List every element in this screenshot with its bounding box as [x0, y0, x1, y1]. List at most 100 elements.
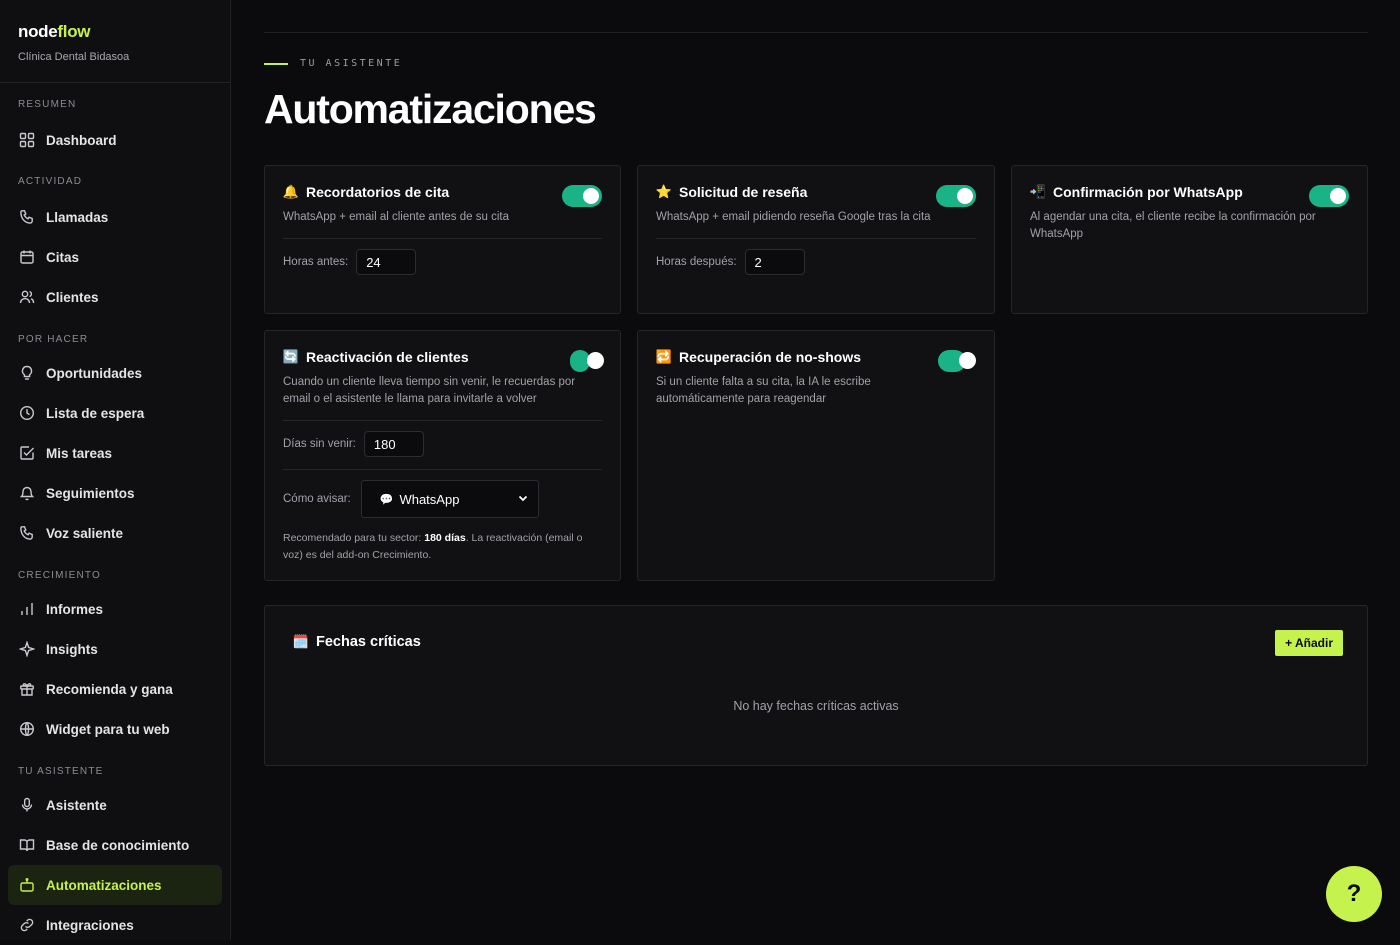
sidebar-item-label: Llamadas [46, 209, 109, 225]
checkbox-icon [18, 444, 36, 462]
sidebar-item-widget-para-tu-web[interactable]: Widget para tu web [8, 709, 222, 749]
divider [656, 238, 976, 239]
sidebar-item-insights[interactable]: Insights [8, 629, 222, 669]
card-title: Reactivación de clientes [306, 349, 469, 365]
users-icon [18, 288, 36, 306]
section-label-crecimiento: CRECIMIENTO [18, 570, 102, 581]
card-confirmacion: 📲 Confirmación por WhatsApp Al agendar un… [1011, 165, 1368, 314]
main-content: TU ASISTENTE Automatizaciones 🔔 Recordato… [232, 0, 1400, 940]
card-reactivacion: 🔄 Reactivación de clientes Cuando un clie… [264, 330, 621, 581]
toggle-noshows[interactable] [938, 350, 976, 372]
bell-icon [18, 484, 36, 502]
sidebar-item-label: Seguimientos [46, 485, 135, 501]
card-description: Cuando un cliente lleva tiempo sin venir… [283, 376, 576, 405]
toggle-recordatorios[interactable] [562, 185, 602, 207]
brand: nodeflow Clínica Dental Bidasoa [0, 0, 230, 83]
eyebrow-text: TU ASISTENTE [300, 58, 403, 69]
sidebar-item-seguimientos[interactable]: Seguimientos [8, 473, 222, 513]
sidebar-item-automatizaciones[interactable]: Automatizaciones [8, 865, 222, 905]
eyebrow: TU ASISTENTE [264, 58, 402, 69]
sidebar-item-label: Clientes [46, 289, 99, 305]
days-inactive-input[interactable]: 180 [363, 431, 424, 457]
card-title: Recuperación de no-shows [679, 349, 862, 365]
toggle-resena[interactable] [936, 185, 976, 207]
help-button[interactable]: ? [1326, 866, 1382, 922]
toggle-knob [1330, 188, 1346, 204]
phone-icon [18, 208, 36, 226]
sidebar-item-label: Mis tareas [46, 445, 113, 461]
lightbulb-icon [18, 364, 36, 382]
card-recordatorios: 🔔 Recordatorios de cita WhatsApp + email … [264, 165, 621, 314]
divider [283, 420, 602, 421]
globe-icon [18, 720, 36, 738]
sidebar-item-informes[interactable]: Informes [8, 589, 222, 629]
sidebar-item-mis-tareas[interactable]: Mis tareas [8, 433, 222, 473]
section-label-por-hacer: POR HACER [18, 334, 89, 345]
sidebar-item-oportunidades[interactable]: Oportunidades [8, 353, 222, 393]
robot-icon [18, 876, 36, 894]
card-description: WhatsApp + email pidiendo reseña Google … [656, 211, 931, 223]
sidebar-item-label: Asistente [46, 797, 107, 813]
card-resena: ⭐ Solicitud de reseña WhatsApp + email pi… [637, 165, 995, 314]
sidebar-item-label: Recomienda y gana [46, 681, 173, 697]
field-label: Horas antes: [283, 256, 349, 268]
toggle-confirmacion[interactable] [1309, 185, 1349, 207]
empty-state: No hay fechas críticas activas [733, 699, 899, 713]
card-description: Si un cliente falta a su cita, la IA le … [656, 376, 871, 405]
chevron-down-icon [518, 493, 528, 506]
sidebar-item-label: Oportunidades [46, 365, 143, 381]
sidebar-item-base-de-conocimiento[interactable]: Base de conocimiento [8, 825, 222, 865]
calendar-icon [18, 248, 36, 266]
bell-emoji-icon: 🔔 [282, 184, 300, 199]
sidebar-item-label: Dashboard [46, 132, 117, 148]
sidebar-item-integraciones[interactable]: Integraciones [8, 905, 222, 945]
select-value: WhatsApp [399, 491, 460, 507]
sidebar-item-clientes[interactable]: Clientes [8, 277, 222, 317]
sidebar-item-label: Insights [46, 641, 98, 657]
section-label-resumen: RESUMEN [18, 99, 77, 110]
incoming-envelope-icon: 📲 [1029, 184, 1047, 199]
card-noshows: 🔁 Recuperación de no-shows Si un cliente … [637, 330, 995, 581]
toggle-knob [583, 188, 599, 204]
card-title: Solicitud de reseña [679, 184, 808, 200]
card-description: WhatsApp + email al cliente antes de su … [283, 211, 509, 223]
gift-icon [18, 680, 36, 698]
refresh-emoji-icon: 🔄 [282, 349, 300, 364]
clock-icon [18, 404, 36, 422]
section-label-actividad: ACTIVIDAD [18, 176, 83, 187]
sidebar-item-citas[interactable]: Citas [8, 237, 222, 277]
sidebar-item-dashboard[interactable]: Dashboard [8, 120, 222, 160]
divider [283, 238, 602, 239]
mic-icon [18, 796, 36, 814]
sidebar-item-lista-de-espera[interactable]: Lista de espera [8, 393, 222, 433]
channel-select[interactable]: 💬 WhatsApp [360, 480, 539, 518]
recommendation-text: Recomendado para tu sector: 180 días. La… [283, 532, 583, 561]
sidebar-item-llamadas[interactable]: Llamadas [8, 197, 222, 237]
card-title: Recordatorios de cita [306, 184, 450, 200]
add-critical-date-button[interactable]: + Añadir [1275, 630, 1343, 656]
hours-after-input[interactable]: 2 [744, 249, 805, 275]
hours-before-input[interactable]: 24 [356, 249, 417, 275]
page-title: Automatizaciones [264, 86, 597, 132]
sidebar-item-voz-saliente[interactable]: Voz saliente [8, 513, 222, 553]
sidebar-item-label: Base de conocimiento [46, 837, 190, 853]
sidebar: nodeflow Clínica Dental Bidasoa RESUMEN … [0, 0, 231, 940]
sidebar-item-label: Widget para tu web [46, 721, 170, 737]
toggle-reactivacion[interactable] [570, 350, 604, 372]
sidebar-item-recomienda-y-gana[interactable]: Recomienda y gana [8, 669, 222, 709]
sidebar-item-label: Informes [46, 601, 104, 617]
divider [283, 469, 602, 470]
logo[interactable]: nodeflow [18, 22, 212, 42]
bar-chart-icon [18, 600, 36, 618]
critical-title: Fechas críticas [316, 634, 421, 650]
book-icon [18, 836, 36, 854]
sidebar-item-asistente[interactable]: Asistente [8, 785, 222, 825]
link-icon [18, 916, 36, 934]
calendar-emoji-icon: 🗓️ [292, 634, 310, 649]
sparkle-icon [18, 640, 36, 658]
field-label: Días sin venir: [283, 438, 356, 450]
sidebar-item-label: Lista de espera [46, 405, 145, 421]
star-emoji-icon: ⭐ [655, 184, 673, 199]
field-label: Horas después: [656, 256, 737, 268]
sidebar-item-label: Voz saliente [46, 525, 124, 541]
